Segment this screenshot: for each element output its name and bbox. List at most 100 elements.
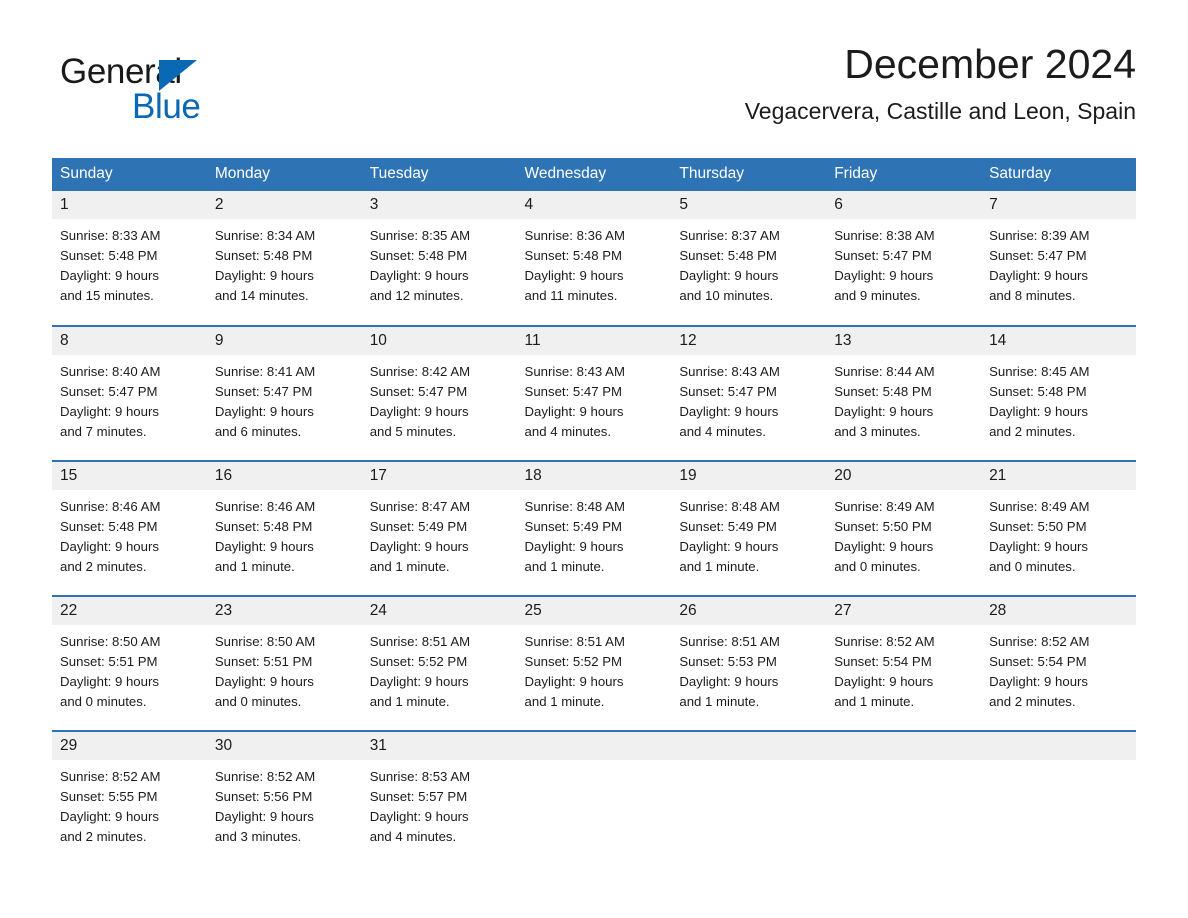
day-number: 30 <box>206 732 362 760</box>
day-sunrise-text: Sunrise: 8:43 AM <box>524 364 625 379</box>
day-sunset-text: Sunset: 5:52 PM <box>369 654 468 669</box>
day-sunrise-text: Sunrise: 8:35 AM <box>369 228 471 243</box>
day-number: 13 <box>826 327 982 355</box>
calendar-day-cell[interactable]: 11 Sunrise: 8:43 AM Sunset: 5:47 PM Dayligh… <box>516 325 672 461</box>
day-sunrise-text: Sunrise: 8:49 AM <box>834 499 935 514</box>
calendar-day-cell[interactable]: 30 Sunrise: 8:52 AM Sunset: 5:56 PM Dayligh… <box>206 730 362 849</box>
day-number: 4 <box>516 191 672 219</box>
calendar-day-cell[interactable]: 25 Sunrise: 8:51 AM Sunset: 5:52 PM Dayligh… <box>516 595 672 731</box>
day-daylight1-text: Daylight: 9 hours <box>524 539 624 554</box>
calendar-day-cell[interactable]: 5 Sunrise: 8:37 AM Sunset: 5:48 PM Daylight… <box>671 191 827 326</box>
day-sunrise-text: Sunrise: 8:52 AM <box>989 634 1090 649</box>
day-daylight2-text: and 0 minutes. <box>989 559 1076 574</box>
generalblue-logo[interactable]: General Blue <box>60 54 250 130</box>
day-number: 11 <box>516 327 672 355</box>
calendar-day-cell[interactable]: 18 Sunrise: 8:48 AM Sunset: 5:49 PM Dayligh… <box>516 460 672 596</box>
day-sun-info: Sunrise: 8:45 AM Sunset: 5:48 PM Daylight:… <box>981 355 1136 442</box>
day-sunset-text: Sunset: 5:54 PM <box>989 654 1087 669</box>
day-sunset-text: Sunset: 5:51 PM <box>214 654 313 669</box>
day-number: 15 <box>52 462 207 490</box>
day-sunrise-text: Sunrise: 8:42 AM <box>369 364 471 379</box>
day-number: 3 <box>361 191 517 219</box>
day-sun-info: Sunrise: 8:43 AM Sunset: 5:47 PM Daylight:… <box>671 355 826 442</box>
day-daylight1-text: Daylight: 9 hours <box>524 268 624 283</box>
day-daylight2-text: and 4 minutes. <box>524 424 612 439</box>
calendar-day-cell[interactable]: 16 Sunrise: 8:46 AM Sunset: 5:48 PM Dayligh… <box>206 460 362 596</box>
day-daylight2-text: and 14 minutes. <box>214 288 309 303</box>
calendar-day-cell[interactable]: 14 Sunrise: 8:45 AM Sunset: 5:48 PM Dayligh… <box>981 325 1136 461</box>
calendar-day-cell[interactable]: 8 Sunrise: 8:40 AM Sunset: 5:47 PM Daylight… <box>52 325 207 461</box>
day-daylight1-text: Daylight: 9 hours <box>60 268 159 283</box>
day-sun-info: Sunrise: 8:34 AM Sunset: 5:48 PM Daylight:… <box>207 219 362 306</box>
weekday-header-saturday: Saturday <box>981 158 1136 191</box>
calendar-day-cell[interactable]: 26 Sunrise: 8:51 AM Sunset: 5:53 PM Dayligh… <box>671 595 827 731</box>
calendar-day-cell[interactable]: 2 Sunrise: 8:34 AM Sunset: 5:48 PM Daylight… <box>206 191 362 326</box>
day-sunset-text: Sunset: 5:53 PM <box>679 654 777 669</box>
calendar-day-cell[interactable]: 29 Sunrise: 8:52 AM Sunset: 5:55 PM Dayligh… <box>52 730 207 849</box>
day-daylight1-text: Daylight: 9 hours <box>989 404 1089 419</box>
calendar-day-cell[interactable]: 13 Sunrise: 8:44 AM Sunset: 5:48 PM Dayligh… <box>826 325 982 461</box>
day-sun-info: Sunrise: 8:44 AM Sunset: 5:48 PM Daylight:… <box>826 355 981 442</box>
day-sun-info: Sunrise: 8:51 AM Sunset: 5:52 PM Daylight:… <box>362 625 517 712</box>
calendar-day-cell[interactable]: 31 Sunrise: 8:53 AM Sunset: 5:57 PM Dayligh… <box>361 730 517 849</box>
day-daylight2-text: and 7 minutes. <box>60 424 147 439</box>
day-sun-info: Sunrise: 8:53 AM Sunset: 5:57 PM Daylight:… <box>362 760 517 847</box>
calendar-day-cell[interactable]: 3 Sunrise: 8:35 AM Sunset: 5:48 PM Daylight… <box>361 191 517 326</box>
calendar-day-cell[interactable]: 10 Sunrise: 8:42 AM Sunset: 5:47 PM Dayligh… <box>361 325 517 461</box>
day-sunset-text: Sunset: 5:48 PM <box>60 519 158 534</box>
day-number: 31 <box>361 732 517 760</box>
day-sunset-text: Sunset: 5:52 PM <box>524 654 623 669</box>
calendar-day-cell[interactable]: 20 Sunrise: 8:49 AM Sunset: 5:50 PM Dayligh… <box>826 460 982 596</box>
day-daylight2-text: and 5 minutes. <box>369 424 457 439</box>
day-daylight2-text: and 1 minute. <box>524 559 605 574</box>
day-sunset-text: Sunset: 5:47 PM <box>989 248 1087 263</box>
day-number: 1 <box>52 191 207 219</box>
calendar-day-cell[interactable]: 6 Sunrise: 8:38 AM Sunset: 5:47 PM Daylight… <box>826 191 982 326</box>
day-number: 12 <box>671 327 827 355</box>
calendar-day-cell[interactable]: 21 Sunrise: 8:49 AM Sunset: 5:50 PM Dayligh… <box>981 460 1136 596</box>
day-sunrise-text: Sunrise: 8:52 AM <box>214 769 316 784</box>
day-sunrise-text: Sunrise: 8:44 AM <box>834 364 935 379</box>
calendar-day-cell[interactable]: 19 Sunrise: 8:48 AM Sunset: 5:49 PM Dayligh… <box>671 460 827 596</box>
weekday-header-wednesday: Wednesday <box>516 158 672 191</box>
day-daylight2-text: and 1 minute. <box>369 694 450 709</box>
day-daylight1-text: Daylight: 9 hours <box>214 809 314 824</box>
day-daylight2-text: and 2 minutes. <box>989 694 1076 709</box>
calendar-day-cell[interactable]: 27 Sunrise: 8:52 AM Sunset: 5:54 PM Dayligh… <box>826 595 982 731</box>
day-number: 17 <box>361 462 517 490</box>
calendar-day-cell[interactable]: 15 Sunrise: 8:46 AM Sunset: 5:48 PM Dayligh… <box>52 460 207 596</box>
calendar-day-cell[interactable]: 17 Sunrise: 8:47 AM Sunset: 5:49 PM Dayligh… <box>361 460 517 596</box>
title-block: December 2024 Vegacervera, Castille and … <box>745 40 1136 126</box>
day-sun-info: Sunrise: 8:50 AM Sunset: 5:51 PM Daylight:… <box>52 625 207 712</box>
calendar-day-cell[interactable]: 12 Sunrise: 8:43 AM Sunset: 5:47 PM Dayligh… <box>671 325 827 461</box>
day-daylight2-text: and 10 minutes. <box>679 288 774 303</box>
day-daylight1-text: Daylight: 9 hours <box>214 268 314 283</box>
calendar-day-cell[interactable]: 28 Sunrise: 8:52 AM Sunset: 5:54 PM Dayligh… <box>981 595 1136 731</box>
calendar-day-cell[interactable]: 22 Sunrise: 8:50 AM Sunset: 5:51 PM Dayligh… <box>52 595 207 731</box>
day-sun-info: Sunrise: 8:49 AM Sunset: 5:50 PM Daylight:… <box>981 490 1136 577</box>
calendar-day-cell[interactable]: 7 Sunrise: 8:39 AM Sunset: 5:47 PM Daylight… <box>981 191 1136 326</box>
day-sunset-text: Sunset: 5:48 PM <box>60 248 158 263</box>
day-sun-info: Sunrise: 8:46 AM Sunset: 5:48 PM Daylight:… <box>52 490 207 577</box>
day-sunset-text: Sunset: 5:51 PM <box>60 654 158 669</box>
day-daylight1-text: Daylight: 9 hours <box>369 674 469 689</box>
calendar-day-cell[interactable]: 24 Sunrise: 8:51 AM Sunset: 5:52 PM Dayligh… <box>361 595 517 731</box>
day-sun-info: Sunrise: 8:41 AM Sunset: 5:47 PM Daylight:… <box>207 355 362 442</box>
day-sun-info: Sunrise: 8:48 AM Sunset: 5:49 PM Daylight:… <box>671 490 826 577</box>
day-daylight2-text: and 8 minutes. <box>989 288 1076 303</box>
day-daylight2-text: and 9 minutes. <box>834 288 921 303</box>
calendar-day-cell[interactable]: 23 Sunrise: 8:50 AM Sunset: 5:51 PM Dayligh… <box>206 595 362 731</box>
day-sunrise-text: Sunrise: 8:33 AM <box>60 228 161 243</box>
weekday-header-friday: Friday <box>826 158 982 191</box>
day-number: 27 <box>826 597 982 625</box>
calendar-day-cell[interactable]: 9 Sunrise: 8:41 AM Sunset: 5:47 PM Daylight… <box>206 325 362 461</box>
calendar-day-cell[interactable]: 4 Sunrise: 8:36 AM Sunset: 5:48 PM Daylight… <box>516 191 672 326</box>
day-sunset-text: Sunset: 5:47 PM <box>60 384 158 399</box>
day-sunset-text: Sunset: 5:48 PM <box>834 384 932 399</box>
day-daylight1-text: Daylight: 9 hours <box>214 539 314 554</box>
calendar-day-cell[interactable]: 1 Sunrise: 8:33 AM Sunset: 5:48 PM Daylight… <box>52 191 207 326</box>
day-daylight2-text: and 2 minutes. <box>60 559 147 574</box>
day-number: 24 <box>361 597 517 625</box>
day-daylight2-text: and 2 minutes. <box>989 424 1076 439</box>
day-daylight1-text: Daylight: 9 hours <box>989 674 1089 689</box>
